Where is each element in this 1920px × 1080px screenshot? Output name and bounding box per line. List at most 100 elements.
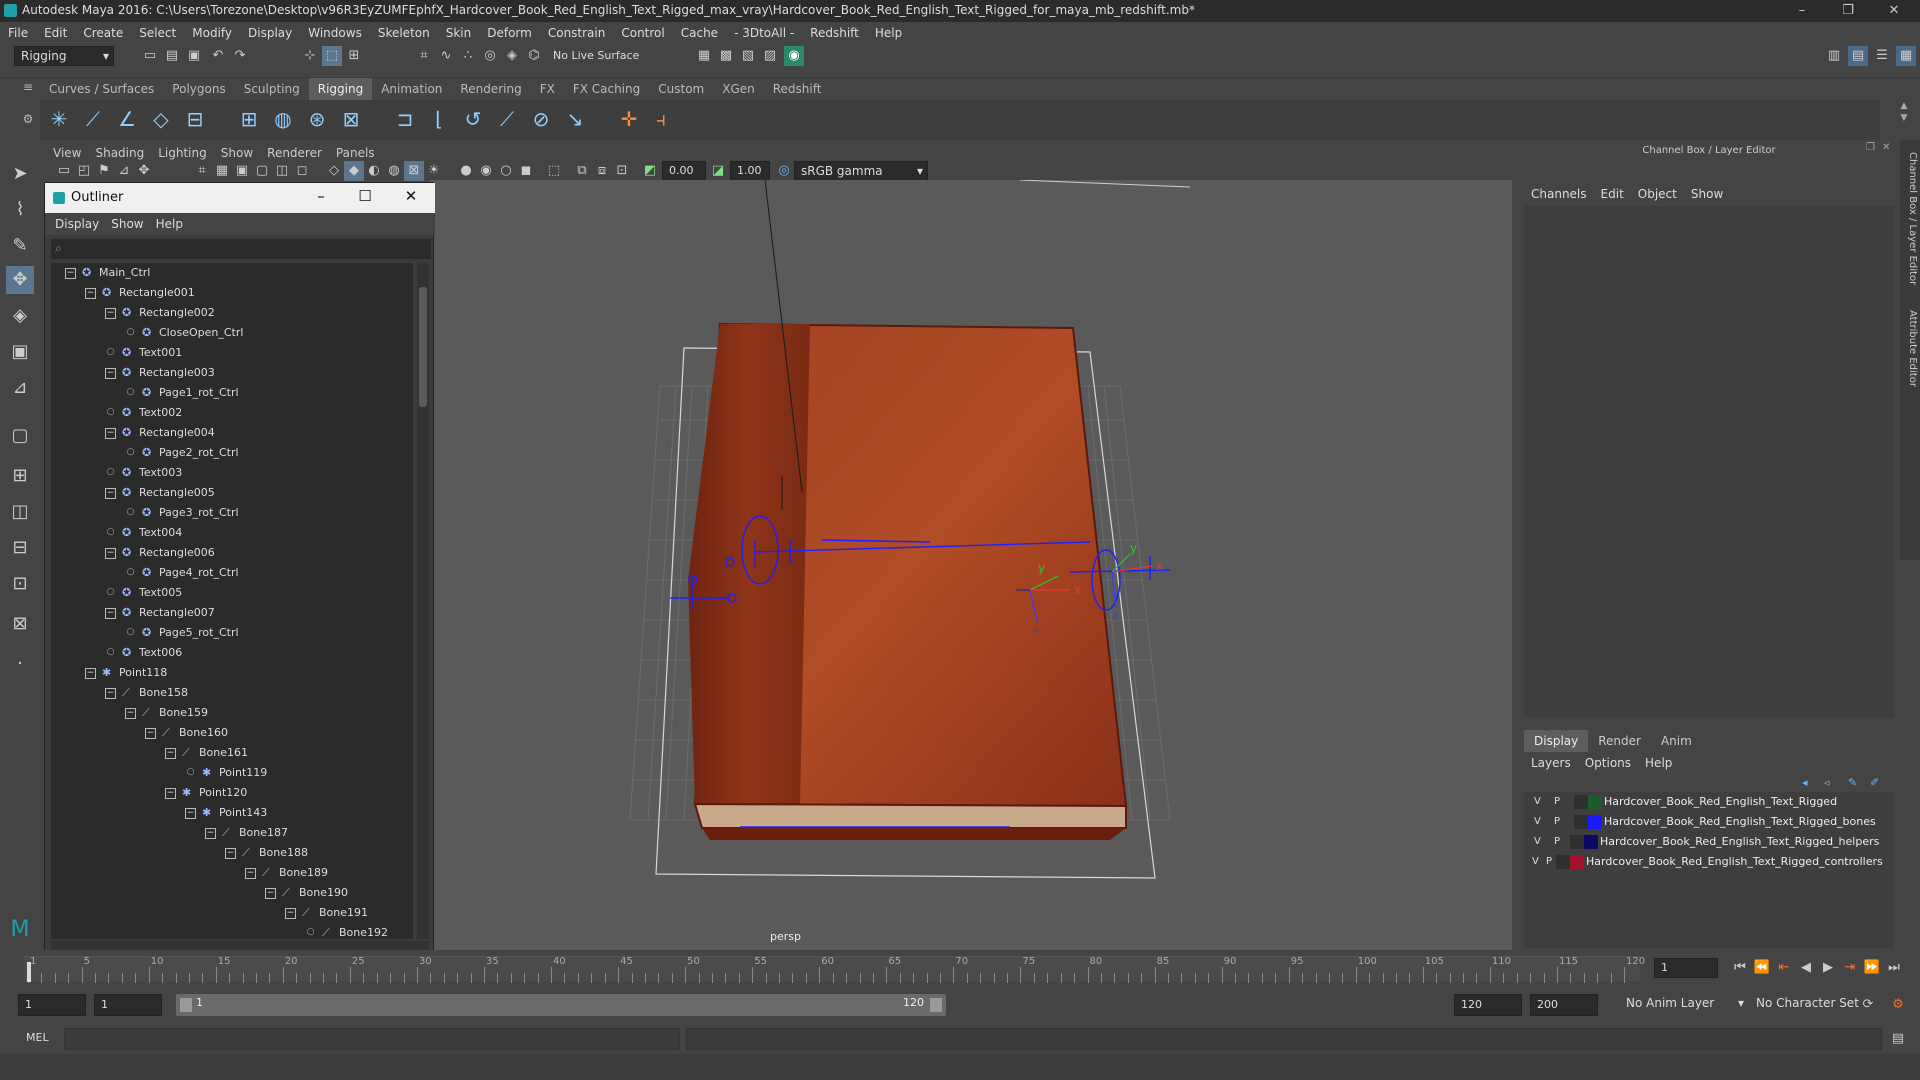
render-frame-icon[interactable]: ▩: [716, 46, 736, 66]
tab-rendering[interactable]: Rendering: [451, 78, 530, 100]
side-by-side-icon[interactable]: ◫: [6, 498, 34, 526]
cluster-icon[interactable]: ⊞: [234, 104, 264, 134]
playback-start-field[interactable]: 1: [94, 994, 162, 1016]
close-button[interactable]: ✕: [1874, 0, 1914, 22]
menu-file[interactable]: File: [0, 22, 36, 44]
snap-grid-icon[interactable]: ⌗: [414, 46, 434, 66]
exposure-icon[interactable]: ◩: [640, 161, 660, 181]
render-view-icon[interactable]: ▨: [760, 46, 780, 66]
menu-skeleton[interactable]: Skeleton: [370, 22, 438, 44]
collapse-toggle-icon[interactable]: −: [105, 367, 116, 379]
modeling-toolkit-icon[interactable]: ▥: [1824, 46, 1844, 66]
layer-type-box[interactable]: [1574, 795, 1588, 809]
menu-control[interactable]: Control: [613, 22, 672, 44]
menu-constrain[interactable]: Constrain: [540, 22, 614, 44]
outliner-row[interactable]: − ✪ Rectangle006: [105, 543, 215, 563]
gamma-field[interactable]: 1.00: [730, 161, 770, 181]
go-to-end-icon[interactable]: ⏭: [1884, 958, 1904, 978]
collapse-toggle-icon[interactable]: −: [105, 427, 116, 439]
menu-cache[interactable]: Cache: [673, 22, 726, 44]
outliner-row[interactable]: − ✱ Point143: [185, 803, 267, 823]
menu-help[interactable]: Help: [867, 22, 910, 44]
play-backward-icon[interactable]: ◀: [1796, 958, 1816, 978]
lattice-icon[interactable]: ◍: [268, 104, 298, 134]
outliner-row[interactable]: − ✪ Rectangle005: [105, 483, 215, 503]
outliner-row[interactable]: ○ ✪ Text004: [105, 523, 183, 543]
current-frame-field[interactable]: 1: [1654, 958, 1718, 978]
outliner-row[interactable]: ○ ✪ Text003: [105, 463, 183, 483]
outliner-row[interactable]: − ⟋ Bone187: [205, 823, 288, 843]
cb-menu-edit[interactable]: Edit: [1594, 184, 1631, 204]
scene-canvas[interactable]: y x z y x z persp: [430, 179, 1512, 950]
point-constraint-icon[interactable]: ⊘: [526, 104, 556, 134]
collapse-toggle-icon[interactable]: −: [245, 867, 256, 879]
outliner-row[interactable]: ○ ✪ Page5_rot_Ctrl: [125, 623, 239, 643]
collapse-toggle-icon[interactable]: −: [65, 267, 76, 279]
cb-menu-channels[interactable]: Channels: [1524, 184, 1594, 204]
hud-icon[interactable]: ⊡: [612, 161, 632, 181]
layer-tab-render[interactable]: Render: [1588, 730, 1651, 752]
layer-menu-layers[interactable]: Layers: [1524, 752, 1578, 774]
step-back-frame-icon[interactable]: ⇤: [1774, 958, 1794, 978]
collapse-toggle-icon[interactable]: −: [225, 847, 236, 859]
outliner-row[interactable]: − ✪ Rectangle003: [105, 363, 215, 383]
textured-icon[interactable]: ◐: [364, 161, 384, 181]
camera-select-icon[interactable]: ▭: [54, 161, 74, 181]
float-panel-icon[interactable]: ❐: [1866, 142, 1875, 153]
outliner-row[interactable]: − ⟋ Bone191: [285, 903, 368, 923]
grid-toggle-icon[interactable]: ⌗: [192, 161, 212, 181]
snap-curve-icon[interactable]: ∿: [436, 46, 456, 66]
outliner-row[interactable]: − ✪ Rectangle001: [85, 283, 195, 303]
range-end-handle[interactable]: [930, 998, 942, 1012]
minimize-button[interactable]: –: [1782, 0, 1822, 22]
tab-rigging[interactable]: Rigging: [308, 78, 373, 100]
outliner-row[interactable]: − ✪ Main_Ctrl: [65, 263, 150, 283]
menu-display[interactable]: Display: [240, 22, 300, 44]
scale-tool-icon[interactable]: ▣: [6, 338, 34, 366]
maya-home-icon[interactable]: M: [6, 916, 34, 944]
layer-row[interactable]: V P Hardcover_Book_Red_English_Text_Rigged: [1524, 792, 1894, 812]
field-chart-icon[interactable]: ◫: [272, 161, 292, 181]
move-tool-icon[interactable]: ✥: [6, 266, 34, 294]
script-editor-icon[interactable]: ▤: [1888, 1029, 1908, 1049]
bind-skin-icon[interactable]: ⊐: [390, 104, 420, 134]
playback-end-field[interactable]: 120: [1454, 994, 1522, 1016]
collapse-toggle-icon[interactable]: −: [105, 687, 116, 699]
menuset-dropdown[interactable]: Rigging ▾: [14, 46, 114, 66]
outliner-row[interactable]: − ⟋ Bone188: [225, 843, 308, 863]
snap-surface-icon[interactable]: ◈: [502, 46, 522, 66]
outliner-row[interactable]: − ⟋ Bone190: [265, 883, 348, 903]
outliner-row[interactable]: ○ ✪ Page1_rot_Ctrl: [125, 383, 239, 403]
tab-xgen[interactable]: XGen: [713, 78, 764, 100]
outliner-row[interactable]: ○ ✪ Page2_rot_Ctrl: [125, 443, 239, 463]
outliner-row[interactable]: ○ ✪ Page4_rot_Ctrl: [125, 563, 239, 583]
outliner-minimize-button[interactable]: –: [311, 187, 331, 205]
collapse-toggle-icon[interactable]: −: [105, 307, 116, 319]
joint-tool-icon[interactable]: ✳: [44, 104, 74, 134]
play-forward-icon[interactable]: ▶: [1818, 958, 1838, 978]
xray-icon[interactable]: ⊠: [404, 161, 424, 181]
outliner-menu-show[interactable]: Show: [105, 213, 149, 235]
outliner-search-input[interactable]: ⌕: [51, 239, 431, 259]
layer-row[interactable]: V P Hardcover_Book_Red_English_Text_Rigged…: [1524, 832, 1894, 852]
outliner-row[interactable]: ○ ✱ Point119: [185, 763, 268, 783]
collapse-toggle-icon[interactable]: −: [105, 487, 116, 499]
layer-playback-toggle[interactable]: P: [1546, 852, 1552, 872]
collapse-toggle-icon[interactable]: −: [205, 827, 216, 839]
tab-redshift[interactable]: Redshift: [764, 78, 831, 100]
character-set-dropdown[interactable]: No Character Set: [1750, 994, 1874, 1016]
start-time-field[interactable]: 1: [18, 994, 86, 1016]
tab-fx[interactable]: FX: [531, 78, 564, 100]
menu-redshift[interactable]: Redshift: [802, 22, 867, 44]
select-tool-icon[interactable]: ➤: [6, 160, 34, 188]
rotate-tool-icon[interactable]: ◈: [6, 302, 34, 330]
layer-visibility-toggle[interactable]: V: [1534, 792, 1541, 812]
layer-menu-options[interactable]: Options: [1578, 752, 1638, 774]
color-management-icon[interactable]: ◎: [774, 161, 794, 181]
xray-active-icon[interactable]: ⧈: [592, 161, 612, 181]
range-slider-bar[interactable]: 1 120: [176, 994, 946, 1016]
shelf-menu-icon[interactable]: ≡: [18, 80, 38, 100]
four-view-icon[interactable]: ⊞: [6, 462, 34, 490]
layer-playback-toggle[interactable]: P: [1554, 832, 1560, 852]
outliner-layout-icon[interactable]: ⊠: [6, 610, 34, 638]
